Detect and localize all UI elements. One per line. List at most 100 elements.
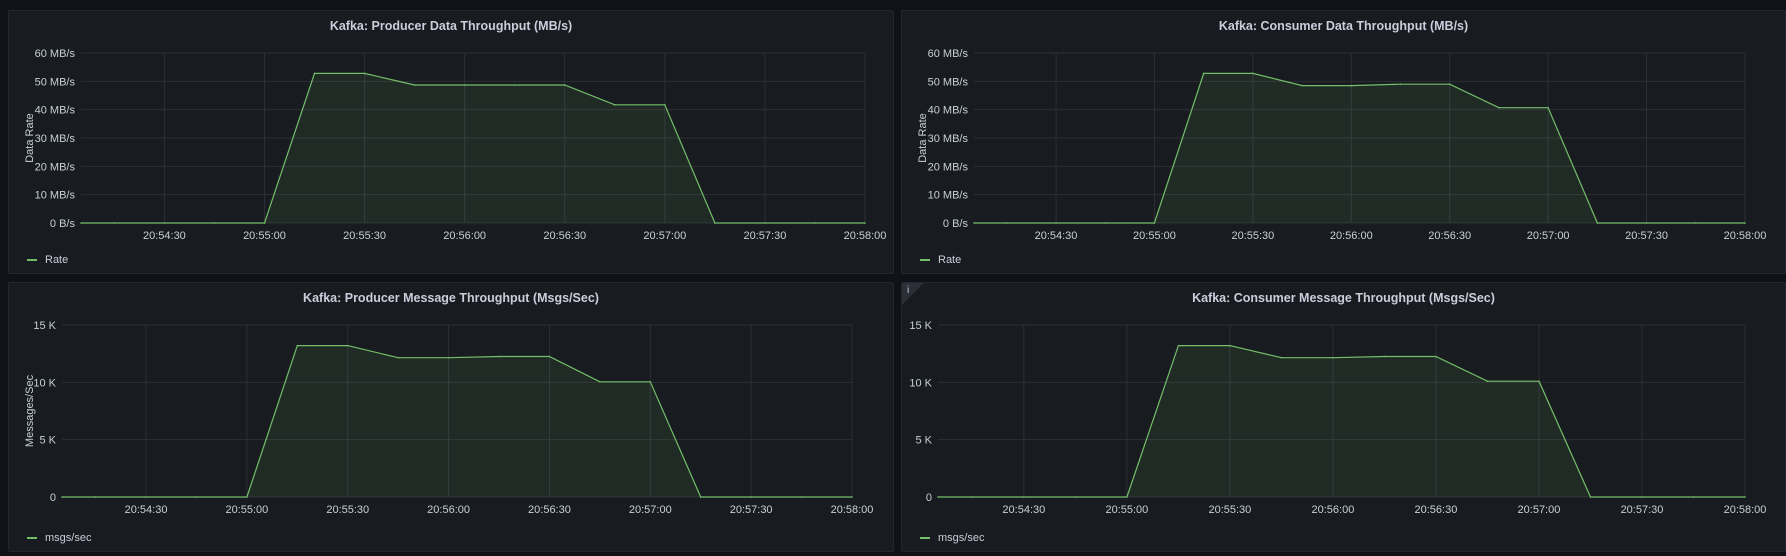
legend-label: msgs/sec [938, 532, 985, 544]
data-point [80, 222, 82, 224]
y-tick-label: 15 K [33, 320, 56, 332]
data-point [1589, 496, 1592, 498]
y-tick-label: 0 [926, 492, 932, 504]
y-tick-label: 10 MB/s [35, 190, 76, 202]
data-point [346, 344, 349, 347]
producer-message-throughput-chart[interactable]: 0 5 K 10 K 15 K 20:54:30 20:55:00 20:55:30 20:5… [9, 283, 895, 553]
x-tick-label: 20:57:00 [1518, 504, 1561, 516]
y-tick-label: 0 B/s [50, 218, 76, 230]
x-tick-label: 20:56:30 [543, 230, 586, 242]
consumer-message-throughput-panel[interactable]: i Kafka: Consumer Message Throughput (Ms… [901, 282, 1786, 552]
y-tick-label: 15 K [909, 320, 932, 332]
data-point [599, 380, 601, 383]
legend-label: Rate [938, 254, 962, 266]
y-tick-label: 10 K [33, 377, 56, 389]
series-area [974, 73, 1745, 224]
legend-swatch [920, 259, 930, 261]
consumer-data-throughput-panel[interactable]: Kafka: Consumer Data Throughput (MB/s) 0… [901, 10, 1786, 274]
y-tick-label: 50 MB/s [35, 76, 76, 88]
legend[interactable]: Rate [27, 254, 68, 266]
x-tick-label: 20:58:00 [1724, 504, 1767, 516]
data-point [1383, 355, 1386, 358]
data-point [163, 222, 166, 224]
x-tick-label: 20:55:30 [1208, 504, 1251, 516]
data-point [263, 222, 266, 224]
data-point [447, 356, 450, 359]
legend-swatch [27, 537, 37, 539]
x-tick-label: 20:54:30 [143, 230, 186, 242]
y-tick-label: 20 MB/s [35, 161, 76, 173]
y-tick-label: 10 MB/s [928, 190, 969, 202]
data-point [145, 496, 147, 498]
data-point [1538, 380, 1540, 382]
x-tick-label: 20:56:30 [1428, 230, 1471, 242]
x-tick-label: 20:56:30 [1415, 504, 1458, 516]
data-point [1350, 84, 1353, 87]
y-tick-label: 0 [50, 492, 56, 504]
y-tick-label: 50 MB/s [928, 76, 969, 88]
data-point [1301, 84, 1303, 87]
producer-message-throughput-panel[interactable]: Kafka: Producer Message Throughput (Msgs… [8, 282, 894, 552]
data-point [814, 222, 816, 224]
data-point [664, 104, 666, 106]
legend[interactable]: msgs/sec [920, 532, 984, 544]
data-point [1645, 222, 1648, 224]
data-point [113, 222, 116, 224]
legend[interactable]: msgs/sec [27, 532, 91, 544]
x-tick-label: 20:55:00 [225, 504, 268, 516]
x-tick-label: 20:57:30 [1621, 504, 1664, 516]
data-point [213, 222, 216, 224]
data-point [764, 222, 766, 224]
x-tick-label: 20:55:00 [1105, 504, 1148, 516]
data-point [1435, 355, 1437, 358]
y-tick-label: 10 K [909, 377, 932, 389]
x-tick-label: 20:54:30 [1035, 230, 1078, 242]
x-tick-label: 20:57:30 [1625, 230, 1668, 242]
data-point [463, 84, 466, 86]
data-point [971, 496, 974, 498]
data-point [1694, 222, 1697, 224]
x-tick-label: 20:56:00 [1330, 230, 1373, 242]
data-point [1252, 72, 1254, 75]
x-tick-label: 20:57:30 [730, 504, 773, 516]
consumer-message-throughput-chart[interactable]: 0 5 K 10 K 15 K 20:54:30 20:55:00 20:55:30 20:5… [902, 283, 1786, 553]
data-point [1744, 222, 1746, 224]
series-area [62, 345, 852, 497]
y-tick-label: 0 B/s [943, 218, 969, 230]
x-tick-label: 20:57:30 [744, 230, 787, 242]
data-point [1229, 344, 1231, 347]
consumer-data-throughput-chart[interactable]: 0 B/s 10 MB/s 20 MB/s 30 MB/s 40 MB/s 50 MB/s… [902, 11, 1786, 275]
data-point [313, 72, 316, 75]
data-point [1006, 222, 1008, 224]
x-tick-label: 20:58:00 [1724, 230, 1767, 242]
data-point [195, 496, 198, 498]
producer-data-throughput-chart[interactable]: 0 B/s 10 MB/s 20 MB/s 30 MB/s 40 MB/s 50 MB/s… [9, 11, 895, 275]
data-point [1202, 72, 1205, 75]
legend-swatch [920, 537, 930, 539]
x-tick-label: 20:56:00 [1312, 504, 1355, 516]
data-point [513, 84, 516, 86]
legend-label: msgs/sec [45, 532, 92, 544]
x-tick-label: 20:55:30 [326, 504, 369, 516]
series-area [81, 73, 865, 224]
data-point [94, 496, 97, 498]
y-axis-label: Data Rate [24, 113, 36, 163]
data-point [1074, 496, 1077, 498]
data-point [413, 84, 416, 86]
data-point [851, 496, 853, 498]
y-axis-label: Messages/Sec [24, 374, 36, 447]
y-tick-label: 30 MB/s [35, 133, 76, 145]
y-tick-label: 5 K [915, 435, 932, 447]
producer-data-throughput-panel[interactable]: Kafka: Producer Data Throughput (MB/s) 0… [8, 10, 894, 274]
data-point [1498, 106, 1500, 109]
data-point [1280, 356, 1283, 359]
y-tick-label: 20 MB/s [928, 161, 969, 173]
series-area [938, 345, 1745, 497]
x-tick-label: 20:58:00 [831, 504, 874, 516]
legend[interactable]: Rate [920, 254, 961, 266]
x-tick-label: 20:55:30 [1231, 230, 1274, 242]
x-tick-label: 20:54:30 [125, 504, 168, 516]
x-tick-label: 20:54:30 [1002, 504, 1045, 516]
y-tick-label: 30 MB/s [928, 133, 969, 145]
data-point [1332, 356, 1334, 359]
